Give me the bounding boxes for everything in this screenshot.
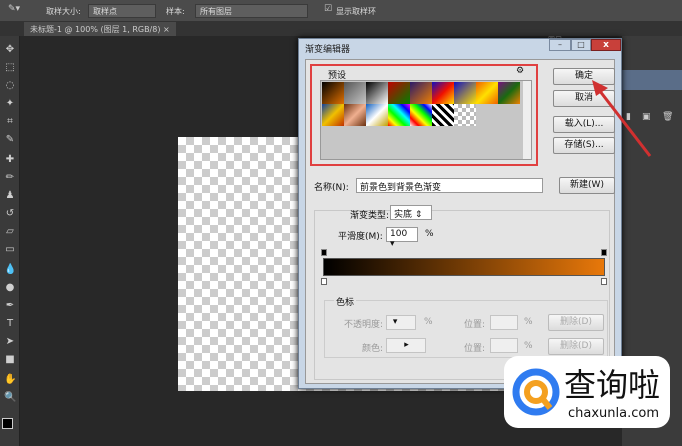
preset-swatch[interactable] [388, 82, 410, 104]
gradient-tool-icon[interactable]: ▭ [4, 244, 16, 256]
preset-swatch[interactable] [388, 104, 410, 126]
presets-list [320, 80, 532, 160]
opacity-label: 不透明度: [344, 320, 384, 330]
name-input[interactable]: 前景色到背景色渐变 [356, 178, 543, 193]
sample-size-select[interactable]: 取样点 [88, 4, 156, 18]
document-title: 未标题-1 @ 100% (图层 1, RGB/8) [30, 25, 161, 34]
watermark-text: 查询啦 [564, 366, 661, 404]
path-select-icon[interactable]: ➤ [4, 336, 16, 348]
color-label: 颜色: [362, 344, 384, 354]
foreground-color-swatch[interactable] [2, 418, 13, 429]
hand-tool-icon[interactable]: ✋ [4, 374, 16, 386]
gradient-editor-dialog: 渐变编辑器 – □ x 预设 ⚙ 确定 取消 载入(L)... 存储(S)...… [298, 38, 622, 389]
delete-color-stop-button[interactable]: 删除(D) [548, 338, 604, 355]
move-tool-icon[interactable]: ✥ [4, 44, 16, 56]
color-location-input[interactable] [490, 338, 518, 353]
color-location-percent: % [524, 341, 533, 351]
dialog-title: 渐变编辑器 [305, 45, 351, 55]
sample-select[interactable]: 所有图层 [195, 4, 308, 18]
watermark-url: chaxunla.com [568, 406, 659, 421]
lasso-tool-icon[interactable]: ◌ [4, 80, 16, 92]
type-select[interactable]: 实底 ⇕ [390, 205, 432, 220]
shape-tool-icon[interactable]: ■ [4, 354, 16, 366]
close-button[interactable]: x [591, 39, 621, 51]
delete-layer-icon[interactable]: 🗑 [662, 112, 673, 122]
sample-size-label: 取样大小: [46, 7, 81, 16]
percent-label: % [425, 229, 434, 239]
type-tool-icon[interactable]: T [4, 318, 16, 330]
opacity-input[interactable]: ▾ [386, 315, 416, 330]
dodge-tool-icon[interactable]: ● [4, 282, 16, 294]
preset-swatch[interactable] [366, 82, 388, 104]
preset-swatch[interactable] [432, 104, 454, 126]
eyedropper-tool-icon[interactable]: ✎ [4, 134, 16, 146]
sample-label: 样本: [166, 7, 185, 16]
stamp-tool-icon[interactable]: ♟ [4, 190, 16, 202]
healing-tool-icon[interactable]: ✚ [4, 154, 16, 166]
color-stop-left[interactable] [321, 278, 327, 285]
opacity-stop-left[interactable] [321, 249, 327, 256]
eraser-tool-icon[interactable]: ▱ [4, 226, 16, 238]
marquee-tool-icon[interactable]: ⬚ [4, 62, 16, 74]
eyedropper-icon[interactable]: ✎▾ [8, 4, 20, 14]
watermark: 查询啦 chaxunla.com [504, 356, 670, 428]
history-brush-icon[interactable]: ↺ [4, 208, 16, 220]
zoom-tool-icon[interactable]: 🔍 [4, 392, 16, 404]
preset-swatch[interactable] [322, 82, 344, 104]
preset-swatch[interactable] [410, 82, 432, 104]
opacity-location-input[interactable] [490, 315, 518, 330]
stops-group-label: 色标 [334, 295, 357, 308]
blur-tool-icon[interactable]: 💧 [4, 264, 16, 276]
type-label: 渐变类型: [350, 211, 390, 221]
gradient-preview-bar[interactable] [323, 258, 605, 276]
delete-opacity-stop-button[interactable]: 删除(D) [548, 314, 604, 331]
dialog-body: 预设 ⚙ 确定 取消 载入(L)... 存储(S)... 名称(N): 前景色到… [305, 59, 615, 384]
opacity-location-label: 位置: [464, 320, 486, 330]
opacity-stop-right[interactable] [601, 249, 607, 256]
preset-swatch[interactable] [454, 104, 476, 126]
smoothness-value: 100 [390, 229, 408, 239]
preset-swatch[interactable] [432, 82, 454, 104]
red-arrow-annotation [592, 80, 652, 157]
show-ring-checkbox[interactable]: ☑ [324, 4, 332, 14]
name-label: 名称(N): [314, 183, 349, 193]
preset-swatch[interactable] [476, 82, 498, 104]
close-tab-icon[interactable]: × [163, 25, 170, 34]
opacity-location-percent: % [524, 317, 533, 327]
smoothness-input[interactable]: 100 ▾ [386, 227, 418, 249]
color-stop-right[interactable] [601, 278, 607, 285]
presets-gear-icon[interactable]: ⚙ [516, 66, 524, 76]
preset-swatch[interactable] [410, 104, 432, 126]
preset-swatch[interactable] [322, 104, 344, 126]
preset-swatch[interactable] [344, 104, 366, 126]
minimize-button[interactable]: – [549, 39, 571, 51]
color-location-label: 位置: [464, 344, 486, 354]
magic-wand-icon[interactable]: ✦ [4, 98, 16, 110]
watermark-logo-icon [512, 368, 560, 416]
smoothness-label: 平滑度(M): [338, 232, 383, 242]
options-bar: ✎▾ 取样大小: 取样点 样本: 所有图层 ☑ 显示取样环 [0, 0, 682, 22]
preset-swatch[interactable] [454, 82, 476, 104]
preset-swatch[interactable] [498, 82, 520, 104]
preset-swatch[interactable] [344, 82, 366, 104]
opacity-percent: % [424, 317, 433, 327]
maximize-button[interactable]: □ [571, 39, 591, 51]
preset-swatch[interactable] [366, 104, 388, 126]
pen-tool-icon[interactable]: ✒ [4, 300, 16, 312]
crop-tool-icon[interactable]: ⌗ [4, 116, 16, 128]
color-picker[interactable]: ▸ [386, 338, 426, 353]
type-value: 实底 [394, 210, 413, 220]
presets-scrollbar[interactable] [523, 81, 531, 159]
toolbar: ✥ ⬚ ◌ ✦ ⌗ ✎ ✚ ✏ ♟ ↺ ▱ ▭ 💧 ● ✒ T ➤ ■ ✋ 🔍 [0, 36, 20, 446]
show-ring-label: 显示取样环 [336, 7, 376, 16]
brush-tool-icon[interactable]: ✏ [4, 172, 16, 184]
document-tab[interactable]: 未标题-1 @ 100% (图层 1, RGB/8) × [24, 22, 176, 36]
new-button[interactable]: 新建(W) [559, 177, 615, 194]
